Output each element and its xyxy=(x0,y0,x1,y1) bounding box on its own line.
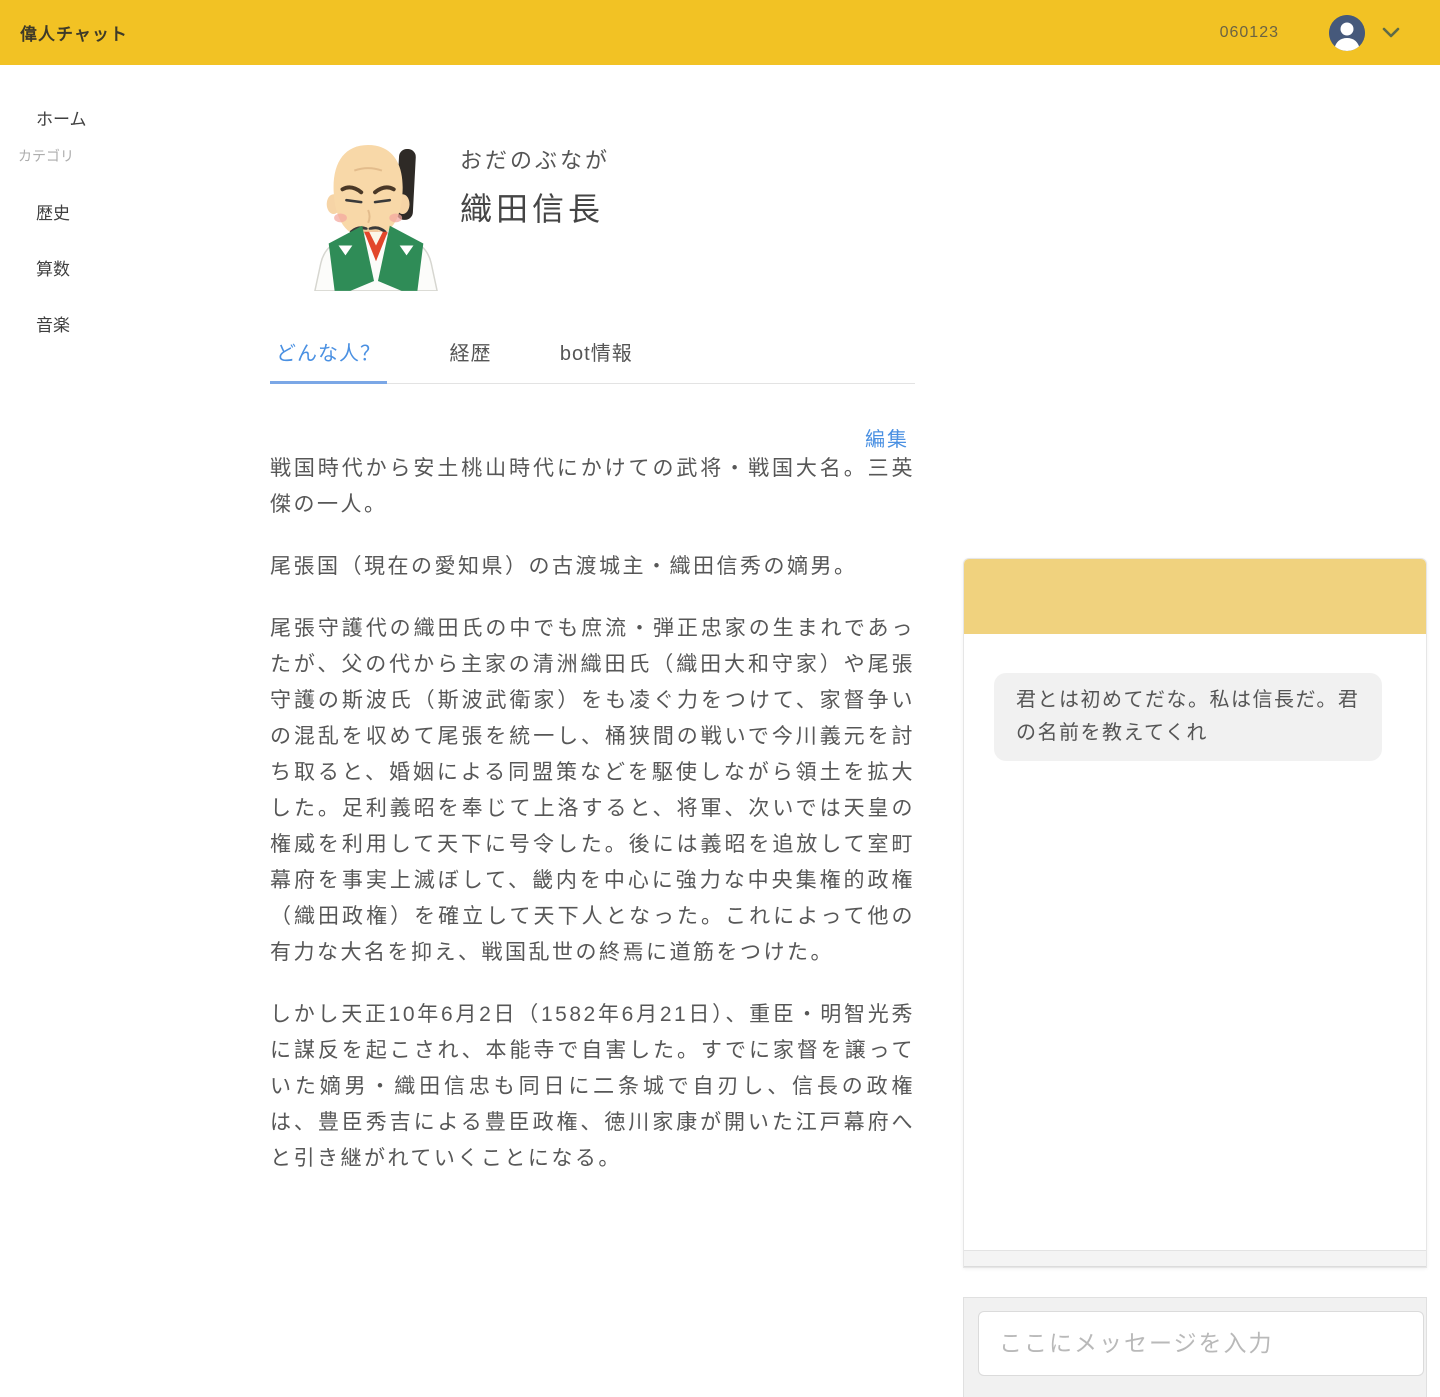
app-header: 偉人チャット 060123 xyxy=(0,0,1440,65)
sidebar-category-label: カテゴリ xyxy=(18,148,74,164)
chat-messages-area: 君とは初めてだな。私は信長だ。君の名前を教えてくれ xyxy=(964,634,1426,1250)
tab-bar: どんな人？ 経歴 bot情報 xyxy=(270,337,915,384)
chat-input-bar xyxy=(963,1297,1427,1397)
person-icon xyxy=(1329,14,1365,51)
description-paragraph: 尾張国（現在の愛知県）の古渡城主・織田信秀の嫡男。 xyxy=(270,555,858,578)
description-paragraph: しかし天正10年6月2日（1582年6月21日）、重臣・明智光秀に謀反を起こされ… xyxy=(270,1003,915,1170)
description-paragraph: 戦国時代から安土桃山時代にかけての武将・戦国大名。三英傑の一人。 xyxy=(270,457,915,516)
sidebar-item-music[interactable]: 音楽 xyxy=(36,311,250,336)
chevron-down-icon[interactable] xyxy=(1382,27,1400,39)
edit-link[interactable]: 編集 xyxy=(865,423,909,452)
description-paragraph: 尾張守護代の織田氏の中でも庶流・弾正忠家の生まれであったが、父の代から主家の清洲… xyxy=(270,617,915,964)
chat-horizontal-scrollbar[interactable] xyxy=(964,1250,1426,1267)
tab-bot-info[interactable]: bot情報 xyxy=(554,337,639,381)
sidebar-item-math[interactable]: 算数 xyxy=(36,255,250,280)
profile-main: おだのぶなが 織田信長 どんな人？ 経歴 bot情報 編集 戦国時代から安土桃山… xyxy=(270,65,915,1397)
header-right: 060123 xyxy=(1219,14,1400,51)
chat-header xyxy=(964,559,1426,634)
sidebar: ホーム カテゴリ 歴史 算数 音楽 xyxy=(0,65,250,336)
nobunaga-illustration xyxy=(307,133,445,292)
app-title: 偉人チャット xyxy=(20,25,128,44)
character-name-block: おだのぶなが 織田信長 xyxy=(460,143,610,230)
sidebar-item-history[interactable]: 歴史 xyxy=(36,199,250,224)
chat-panel: 君とは初めてだな。私は信長だ。君の名前を教えてくれ xyxy=(963,558,1427,1268)
character-name: 織田信長 xyxy=(460,191,605,227)
user-id: 060123 xyxy=(1219,23,1279,41)
tab-career[interactable]: 経歴 xyxy=(443,337,497,381)
tab-profile[interactable]: どんな人？ xyxy=(270,337,387,384)
character-furigana: おだのぶなが xyxy=(460,148,611,173)
page: 偉人チャット 060123 ホーム カテゴリ 歴史 算数 音楽 おだのぶなが 織… xyxy=(0,0,1440,1397)
user-avatar-button[interactable] xyxy=(1329,14,1365,51)
message-input[interactable] xyxy=(978,1311,1424,1376)
bot-message-bubble: 君とは初めてだな。私は信長だ。君の名前を教えてくれ xyxy=(994,673,1382,761)
profile-description: 戦国時代から安土桃山時代にかけての武将・戦国大名。三英傑の一人。 尾張国（現在の… xyxy=(270,451,915,1203)
sidebar-item-home[interactable]: ホーム xyxy=(36,105,250,130)
